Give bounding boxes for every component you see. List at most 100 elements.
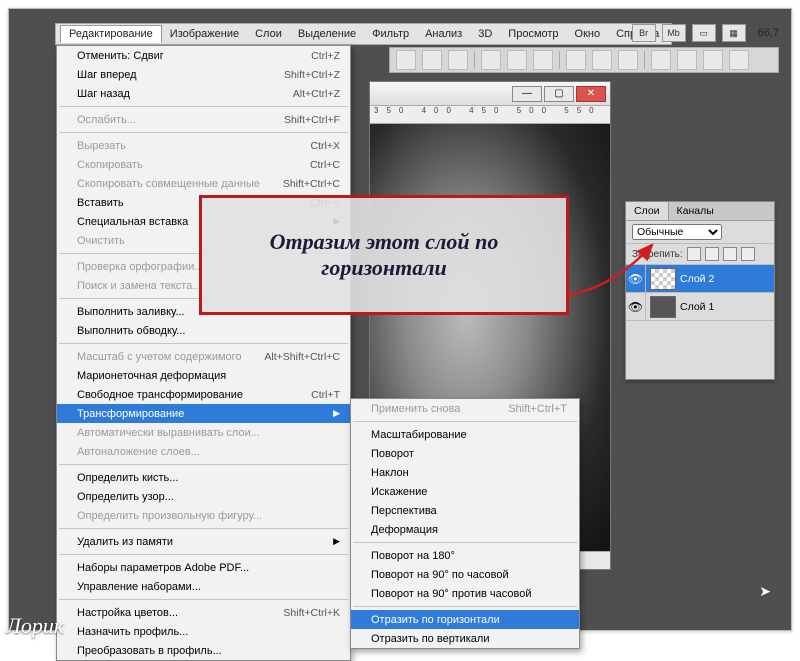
lock-all-icon[interactable] [741,247,755,261]
menu-item[interactable]: Марионеточная деформация [57,366,350,385]
menu-item[interactable]: Шаг впередShift+Ctrl+Z [57,65,350,84]
tab-layers[interactable]: Слои [626,202,669,220]
submenu-item[interactable]: Поворот на 90° по часовой [351,565,579,584]
opt-icon[interactable] [396,50,416,70]
blend-mode-select[interactable]: Обычные [632,224,722,240]
menu-shortcut: Shift+Ctrl+F [284,114,340,126]
menu-item-label: Выполнить обводку... [77,325,185,337]
layer-name[interactable]: Слой 1 [680,301,714,313]
menu-view[interactable]: Просмотр [500,26,566,42]
menu-item[interactable]: Назначить профиль... [57,622,350,641]
menu-item-label: Выполнить заливку... [77,306,185,318]
submenu-item-label: Поворот [371,448,414,460]
opt-icon[interactable] [618,50,638,70]
menu-item[interactable]: Определить кисть... [57,468,350,487]
submenu-item-label: Применить снова [371,403,460,415]
menu-edit[interactable]: Редактирование [60,25,162,43]
lock-pixels-icon[interactable] [705,247,719,261]
menu-item: Автоналожение слоев... [57,442,350,461]
lock-position-icon[interactable] [723,247,737,261]
opt-icon[interactable] [566,50,586,70]
menu-item-label: Специальная вставка [77,216,188,228]
submenu-item[interactable]: Перспектива [351,501,579,520]
menu-shortcut: Shift+Ctrl+Z [284,69,340,81]
menu-item[interactable]: Шаг назадAlt+Ctrl+Z [57,84,350,103]
menu-select[interactable]: Выделение [290,26,364,42]
opt-icon[interactable] [507,50,527,70]
layer-name[interactable]: Слой 2 [680,273,714,285]
submenu-item[interactable]: Искажение [351,482,579,501]
menu-shortcut: Shift+Ctrl+T [508,403,567,415]
edit-menu-dropdown: Отменить: СдвигCtrl+ZШаг впередShift+Ctr… [56,45,351,661]
opt-icon[interactable] [729,50,749,70]
opt-icon[interactable] [677,50,697,70]
submenu-arrow-icon: ▶ [333,536,340,547]
menu-item-label: Поиск и замена текста... [77,280,202,292]
menu-item[interactable]: Отменить: СдвигCtrl+Z [57,46,350,65]
submenu-item[interactable]: Отразить по горизонтали [351,610,579,629]
opt-icon[interactable] [703,50,723,70]
annotation-arrow-icon [564,239,664,299]
opt-icon[interactable] [448,50,468,70]
submenu-item[interactable]: Поворот на 90° против часовой [351,584,579,603]
menu-item-label: Наборы параметров Adobe PDF... [77,562,249,574]
menu-item-label: Автоматически выравнивать слои... [77,427,260,439]
menu-item-label: Скопировать совмещенные данные [77,178,260,190]
menu-image[interactable]: Изображение [162,26,247,42]
menu-item-label: Вырезать [77,140,126,152]
menu-shortcut: Ctrl+C [310,159,340,171]
menu-separator [59,464,348,465]
opt-icon[interactable] [422,50,442,70]
menu-shortcut: Ctrl+X [311,140,340,152]
window-close-button[interactable]: ✕ [576,86,606,102]
menu-filter[interactable]: Фильтр [364,26,417,42]
screen-mode-button[interactable]: ▭ [692,24,716,42]
menu-separator [353,542,577,543]
menu-item: Масштаб с учетом содержимогоAlt+Shift+Ct… [57,347,350,366]
window-minimize-button[interactable]: — [512,86,542,102]
menu-item[interactable]: Определить узор... [57,487,350,506]
submenu-item-label: Искажение [371,486,427,498]
menu-item[interactable]: Настройка цветов...Shift+Ctrl+K [57,603,350,622]
ruler-horizontal: 350 400 450 500 550 600 650 700 750 800 … [370,106,610,124]
zoom-value: 66,7 [758,27,779,39]
menu-window[interactable]: Окно [567,26,609,42]
watermark: Лорик [6,613,64,639]
window-maximize-button[interactable]: ▢ [544,86,574,102]
menu-item[interactable]: Удалить из памяти▶ [57,532,350,551]
menu-3d[interactable]: 3D [470,26,500,42]
opt-icon[interactable] [481,50,501,70]
menu-item[interactable]: Выполнить обводку... [57,321,350,340]
menu-separator [59,554,348,555]
menu-separator [59,106,348,107]
lock-transparency-icon[interactable] [687,247,701,261]
opt-icon[interactable] [651,50,671,70]
submenu-item[interactable]: Поворот на 180° [351,546,579,565]
menu-item-label: Вставить [77,197,124,209]
submenu-item[interactable]: Поворот [351,444,579,463]
minibridge-button[interactable]: Mb [662,24,686,42]
submenu-item[interactable]: Масштабирование [351,425,579,444]
opt-icon[interactable] [592,50,612,70]
tab-channels[interactable]: Каналы [669,202,722,220]
submenu-item[interactable]: Деформация [351,520,579,539]
options-bar [389,47,779,73]
menu-item[interactable]: Трансформирование▶ [57,404,350,423]
menu-item-label: Марионеточная деформация [77,370,226,382]
submenu-item-label: Перспектива [371,505,437,517]
menu-item[interactable]: Преобразовать в профиль... [57,641,350,660]
header-right-tools: Br Mb ▭ ▦ 66,7 [632,24,779,42]
submenu-item-label: Деформация [371,524,438,536]
bridge-button[interactable]: Br [632,24,656,42]
menu-layers[interactable]: Слои [247,26,290,42]
menu-item[interactable]: Наборы параметров Adobe PDF... [57,558,350,577]
menu-item[interactable]: Свободное трансформированиеCtrl+T [57,385,350,404]
opt-icon[interactable] [533,50,553,70]
menu-item[interactable]: Управление наборами... [57,577,350,596]
submenu-item[interactable]: Наклон [351,463,579,482]
menu-separator [59,528,348,529]
menu-item-label: Определить произвольную фигуру... [77,510,262,522]
arrange-button[interactable]: ▦ [722,24,746,42]
menu-separator [59,132,348,133]
menu-analysis[interactable]: Анализ [417,26,470,42]
